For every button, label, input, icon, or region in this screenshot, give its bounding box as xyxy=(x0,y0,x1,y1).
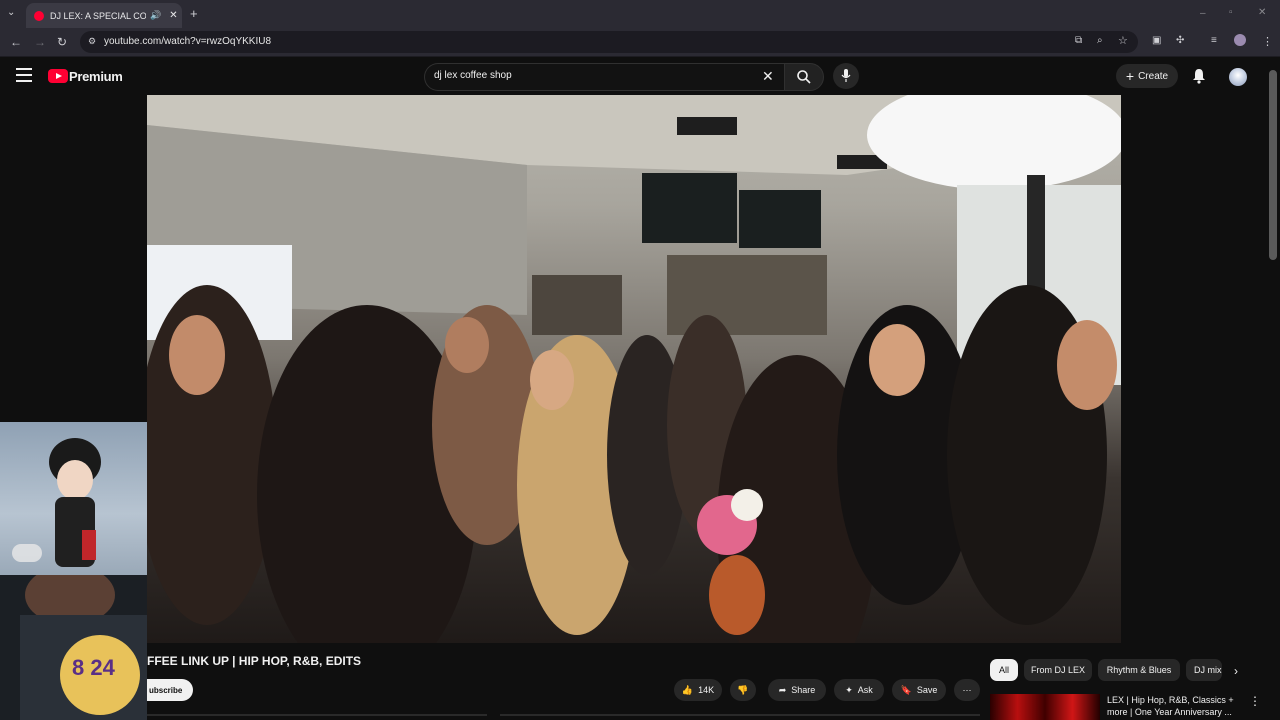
save-button[interactable]: 🔖 Save xyxy=(892,679,946,701)
youtube-logo-icon[interactable] xyxy=(48,69,68,83)
search-button[interactable] xyxy=(784,63,824,91)
chevron-right-icon[interactable]: › xyxy=(1234,664,1238,678)
video-player[interactable] xyxy=(147,95,1121,643)
page-scrollbar[interactable] xyxy=(1269,70,1277,260)
new-tab-icon[interactable]: + xyxy=(190,6,198,21)
profile-avatar[interactable] xyxy=(1234,34,1246,46)
related-more-icon[interactable]: ⋮ xyxy=(1249,694,1261,708)
chip-dj-mix[interactable]: DJ mix xyxy=(1186,659,1222,681)
like-button[interactable]: 👍 14K xyxy=(674,679,722,701)
related-video-thumbnail[interactable] xyxy=(990,694,1100,720)
jersey-number: 8 24 xyxy=(72,655,115,680)
youtube-favicon-icon xyxy=(34,10,44,21)
microphone-icon xyxy=(841,69,851,82)
more-horizontal-icon: ⋯ xyxy=(962,684,972,695)
url-text[interactable]: youtube.com/watch?v=rwzOqYKKIU8 xyxy=(104,36,271,47)
save-label: Save xyxy=(916,685,938,695)
bookmark-icon: 🔖 xyxy=(900,684,912,695)
plus-icon: + xyxy=(1125,68,1135,84)
site-info-icon[interactable]: ⚙ xyxy=(88,36,96,47)
tab-list-icon[interactable]: ⌄ xyxy=(7,7,15,18)
streamer-webcam: 8 24 xyxy=(0,575,147,720)
create-label: Create xyxy=(1138,70,1169,82)
forward-icon[interactable]: → xyxy=(34,35,46,49)
browser-menu-icon[interactable]: ⋮ xyxy=(1262,35,1273,48)
hamburger-menu-icon[interactable] xyxy=(16,68,32,82)
zoom-icon[interactable]: ⌕ xyxy=(1097,35,1103,46)
chip-from-dj-lex[interactable]: From DJ LEX xyxy=(1024,659,1092,681)
video-frame-crowd xyxy=(147,95,1121,643)
chip-rhythm-blues[interactable]: Rhythm & Blues xyxy=(1098,659,1180,681)
brand-premium[interactable]: Premium xyxy=(69,69,123,84)
ask-button[interactable]: ✦ Ask xyxy=(834,679,884,701)
share-label: Share xyxy=(791,685,816,695)
maximize-icon[interactable]: ▫ xyxy=(1229,7,1233,18)
webcam-person-image xyxy=(20,575,147,720)
install-app-icon[interactable]: ⧉ xyxy=(1075,35,1082,46)
thumbs-up-icon: 👍 xyxy=(681,684,694,695)
search-icon xyxy=(797,70,811,84)
close-window-icon[interactable]: ✕ xyxy=(1258,7,1266,18)
more-actions-button[interactable]: ⋯ xyxy=(954,679,980,701)
reload-icon[interactable]: ↻ xyxy=(57,35,67,49)
account-avatar[interactable] xyxy=(1229,68,1247,86)
extension-icon[interactable]: ▣ xyxy=(1152,35,1161,46)
dislike-button[interactable]: 👎 xyxy=(730,679,756,701)
tab-title: DJ LEX: A SPECIAL COFFEE SHOP xyxy=(50,10,146,21)
video-title: FFEE LINK UP | HIP HOP, R&B, EDITS xyxy=(147,654,362,668)
streamer-avatar-overlay xyxy=(0,422,147,575)
divider xyxy=(500,714,980,716)
notifications-bell-icon[interactable] xyxy=(1192,68,1206,89)
ask-label: Ask xyxy=(857,685,873,695)
minimize-icon[interactable]: – xyxy=(1200,8,1206,19)
share-button[interactable]: ➦ Share xyxy=(768,679,826,701)
divider xyxy=(147,714,487,716)
bookmark-star-icon[interactable]: ☆ xyxy=(1118,34,1128,47)
clear-search-icon[interactable]: ✕ xyxy=(762,68,774,85)
related-video-title[interactable]: LEX | Hip Hop, R&B, Classics + more | On… xyxy=(1107,694,1247,718)
like-count: 14K xyxy=(698,685,715,695)
anime-character-image xyxy=(12,438,101,567)
share-arrow-icon: ➦ xyxy=(778,684,787,695)
create-button[interactable]: + Create xyxy=(1116,64,1178,88)
media-controls-icon[interactable]: ≡ xyxy=(1211,35,1217,46)
thumbs-down-icon: 👎 xyxy=(737,684,749,695)
chip-all[interactable]: All xyxy=(990,659,1018,681)
extensions-puzzle-icon[interactable]: ✣ xyxy=(1176,35,1184,46)
speaker-icon[interactable]: 🔊 xyxy=(150,10,161,21)
search-input[interactable]: dj lex coffee shop xyxy=(434,70,512,81)
browser-tab[interactable]: DJ LEX: A SPECIAL COFFEE SHOP 🔊 ✕ xyxy=(26,3,182,28)
tab-close-icon[interactable]: ✕ xyxy=(169,10,177,21)
back-icon[interactable]: ← xyxy=(10,35,22,49)
voice-search-button[interactable] xyxy=(833,63,859,89)
subscribe-button[interactable]: ubscribe xyxy=(147,679,193,701)
sparkle-icon: ✦ xyxy=(845,684,853,695)
